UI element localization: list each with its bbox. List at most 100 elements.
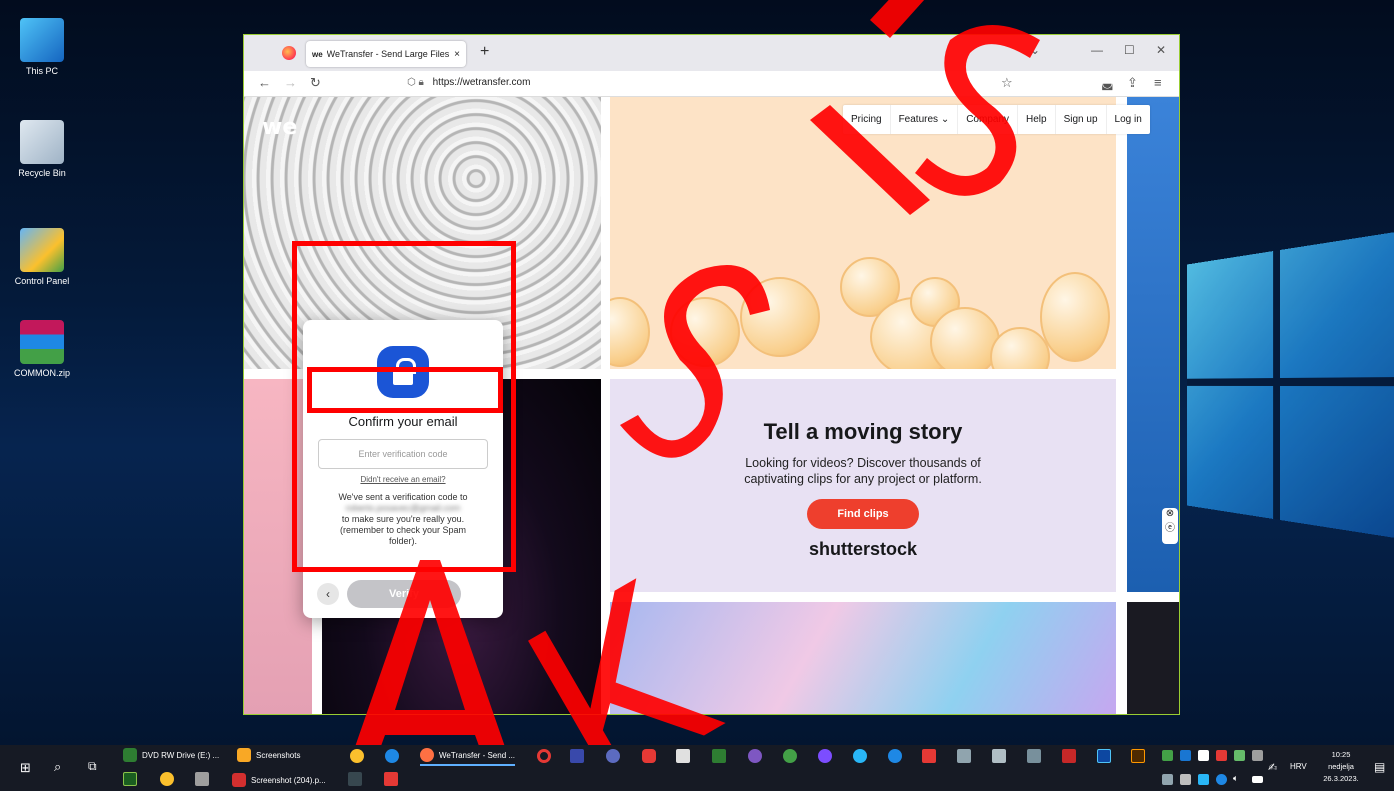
tab-title: WeTransfer - Send Large Files & [326, 49, 451, 59]
control-panel-icon [20, 228, 64, 272]
taskbar-item-screenshots[interactable]: Screenshots [237, 748, 300, 762]
app-icon[interactable] [348, 772, 362, 786]
verify-button[interactable]: Verify [347, 579, 461, 608]
maximize-icon[interactable]: ☐ [1124, 43, 1135, 57]
recycle-bin-icon [20, 120, 64, 164]
find-clips-button[interactable]: Find clips [807, 499, 919, 529]
opera-icon[interactable] [537, 749, 551, 763]
reload-icon[interactable]: ↻ [310, 75, 321, 91]
desktop-icon-label: Recycle Bin [18, 168, 66, 178]
dreamweaver-icon[interactable] [123, 772, 137, 786]
nav-pricing[interactable]: Pricing [843, 105, 891, 134]
tray-icon[interactable] [1198, 750, 1209, 761]
tray-icon[interactable] [1234, 750, 1245, 761]
clapper-icon[interactable] [195, 772, 209, 786]
nav-log-in[interactable]: Log in [1107, 105, 1150, 134]
nav-bar: ← → ↻ ⬡ 🔒︎ https://wetransfer.com ☆ ◛ ⇪ … [244, 71, 1179, 97]
nav-company[interactable]: Company [958, 105, 1019, 134]
clock-day: nedjelja [1328, 762, 1354, 771]
menu-icon[interactable]: ≡ [1154, 75, 1162, 90]
close-window-icon[interactable]: ✕ [1156, 43, 1166, 57]
tray-icon[interactable] [1216, 750, 1227, 761]
app-icon[interactable] [1027, 749, 1041, 763]
battery-icon[interactable] [1252, 776, 1263, 783]
forward-arrow-icon[interactable]: → [284, 75, 297, 90]
app-icon[interactable] [992, 749, 1006, 763]
new-tab-button[interactable]: + [480, 43, 489, 61]
filezilla-icon[interactable] [1062, 749, 1076, 763]
back-button[interactable]: ‹ [317, 582, 339, 605]
tray-icon[interactable] [1252, 750, 1263, 761]
language-indicator[interactable]: HRV [1290, 762, 1307, 771]
telegram-icon[interactable] [853, 749, 867, 763]
task-view-icon[interactable]: ⧉ [88, 759, 97, 774]
desktop-icon-label: This PC [25, 66, 58, 76]
tray-icon[interactable] [1180, 750, 1191, 761]
clock-time: 10:25 [1331, 750, 1351, 759]
nav-features[interactable]: Features ⌄ [891, 105, 959, 134]
desktop-icon-common-zip[interactable]: COMMON.zip [2, 320, 82, 378]
whatsapp-icon[interactable] [783, 749, 797, 763]
ra-icon [123, 748, 137, 762]
windows-logo-wallpaper [1187, 231, 1394, 539]
shield-icon: ⬡ 🔒︎ [407, 77, 424, 88]
app-icon[interactable] [676, 749, 690, 763]
app-icon[interactable] [570, 749, 584, 763]
start-windows-icon[interactable]: ⊞ [20, 760, 31, 776]
back-arrow-icon[interactable]: ← [258, 75, 271, 90]
minimize-icon[interactable]: — [1091, 43, 1103, 57]
wetransfer-logo[interactable]: we [262, 115, 297, 140]
taskbar-item-dvd[interactable]: DVD RW Drive (E:) ... [123, 748, 219, 762]
messenger-icon[interactable] [818, 749, 832, 763]
app-icon[interactable] [606, 749, 620, 763]
pocket-icon[interactable]: ◛ [1101, 75, 1114, 91]
tray-icon[interactable] [1198, 774, 1209, 785]
volume-icon[interactable]: 🔈︎ [1233, 773, 1238, 784]
firefox-icon[interactable] [282, 46, 296, 60]
nav-help[interactable]: Help [1018, 105, 1056, 134]
photoshop-icon[interactable] [1097, 749, 1111, 763]
app-icon[interactable] [888, 749, 902, 763]
search-icon[interactable]: ⌕ [54, 759, 61, 775]
ad-info-badge[interactable]: ⊗ ⓔ [1162, 508, 1178, 544]
app-icon[interactable] [922, 749, 936, 763]
address-bar[interactable]: ⬡ 🔒︎ https://wetransfer.com [407, 77, 530, 88]
taskbar-item-screenshot-file[interactable]: Screenshot (204).p... [232, 773, 326, 787]
edge-icon[interactable] [385, 749, 399, 763]
notifications-icon[interactable]: ▤ [1374, 760, 1385, 774]
desktop-icon-recycle-bin[interactable]: Recycle Bin [2, 120, 82, 178]
viber-icon[interactable] [748, 749, 762, 763]
tab-list-chevron-icon[interactable]: ⌄ [1030, 43, 1040, 57]
tray-icon[interactable] [1162, 774, 1173, 785]
desktop-icon-this-pc[interactable]: This PC [2, 18, 82, 76]
dark-tile-image [1127, 602, 1179, 714]
tray-icon[interactable] [1216, 774, 1227, 785]
illustrator-icon[interactable] [1131, 749, 1145, 763]
clock[interactable]: 10:25 nedjelja 26.3.2023. [1316, 749, 1366, 785]
ra-icon[interactable] [712, 749, 726, 763]
clock-date: 26.3.2023. [1323, 774, 1359, 783]
taskbar-item-wetransfer[interactable]: WeTransfer - Send ... [420, 748, 516, 766]
url-text: https://wetransfer.com [432, 77, 531, 88]
shutterstock-logo[interactable]: shutterstock [610, 539, 1116, 560]
folder-icon [237, 748, 251, 762]
share-icon[interactable]: ⇪ [1127, 75, 1138, 91]
anydesk-icon[interactable] [384, 772, 398, 786]
tray-icon[interactable] [1180, 774, 1191, 785]
image-viewer-icon [232, 773, 246, 787]
desktop-icon-label: Control Panel [14, 276, 70, 286]
bookmark-star-icon[interactable]: ☆ [1001, 75, 1013, 91]
browser-tab[interactable]: we WeTransfer - Send Large Files & × [306, 41, 466, 67]
app-icon[interactable] [642, 749, 656, 763]
calculator-icon[interactable] [957, 749, 971, 763]
winrar-icon [20, 320, 64, 364]
tray-icon[interactable] [1162, 750, 1173, 761]
desktop-icon-control-panel[interactable]: Control Panel [2, 228, 82, 286]
nav-sign-up[interactable]: Sign up [1056, 105, 1107, 134]
close-tab-icon[interactable]: × [454, 49, 460, 60]
chrome-icon[interactable] [350, 749, 364, 763]
app-icon[interactable] [160, 772, 174, 786]
desktop-icon-label: COMMON.zip [14, 368, 70, 378]
pen-icon[interactable]: ✍ [1268, 761, 1277, 774]
wave-image [610, 602, 1116, 714]
